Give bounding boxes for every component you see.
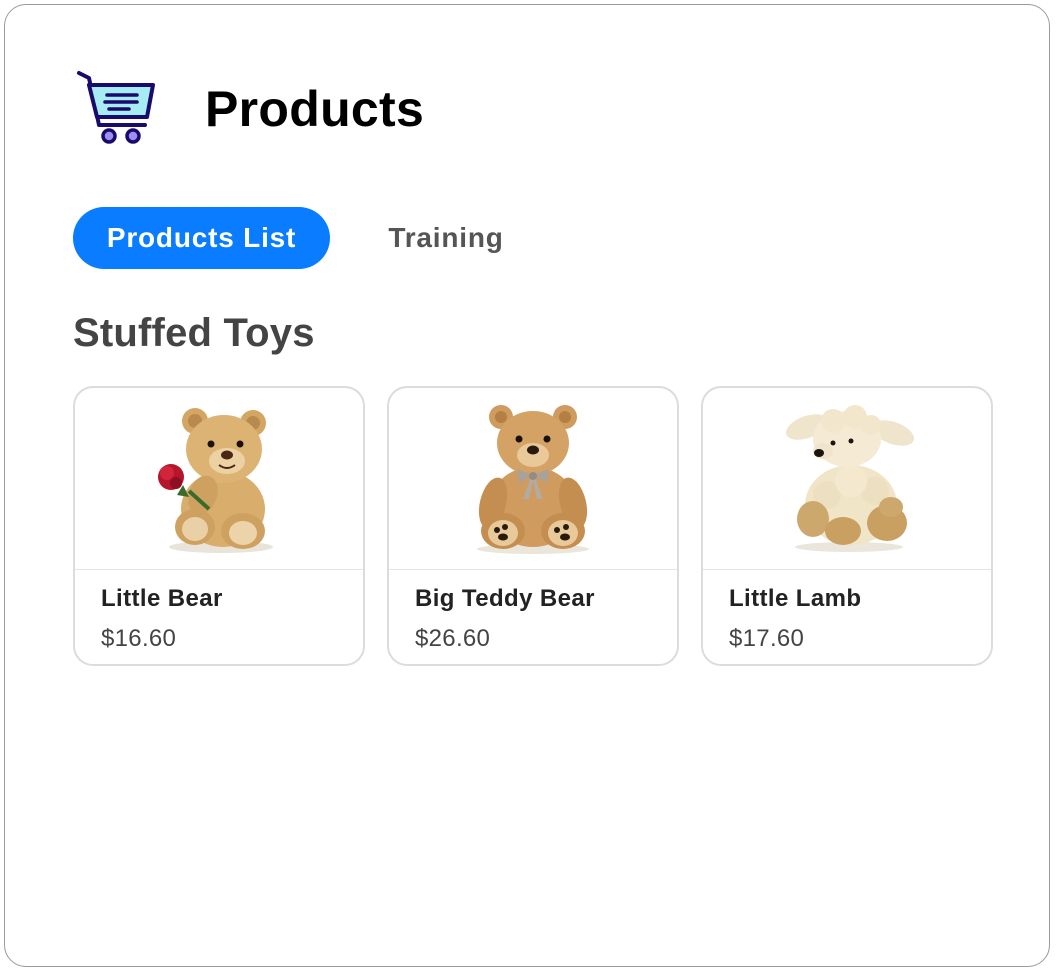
teddy-bear-with-ribbon-image xyxy=(477,404,589,554)
product-card-big-teddy-bear[interactable]: Big Teddy Bear $26.60 xyxy=(387,386,679,666)
product-price: $16.60 xyxy=(101,625,177,652)
tab-training[interactable]: Training xyxy=(346,207,546,269)
product-grid: Little Bear $16.60 Big Teddy Bear $26.60… xyxy=(73,386,993,666)
product-name: Little Bear xyxy=(101,585,223,612)
page-header: Products xyxy=(75,69,424,149)
product-card-little-lamb[interactable]: Little Lamb $17.60 xyxy=(701,386,993,666)
product-name: Big Teddy Bear xyxy=(415,585,595,612)
product-image xyxy=(703,388,991,570)
teddy-bear-with-rose-image xyxy=(158,407,273,553)
shopping-cart-icon xyxy=(77,71,155,144)
tab-bar: Products List Training xyxy=(73,207,546,269)
product-price: $17.60 xyxy=(729,625,805,652)
tab-products-list[interactable]: Products List xyxy=(73,207,330,269)
product-card-little-bear[interactable]: Little Bear $16.60 xyxy=(73,386,365,666)
product-price: $26.60 xyxy=(415,625,491,652)
section-title: Stuffed Toys xyxy=(73,311,315,355)
app-window: Products Products List Training Stuffed … xyxy=(4,4,1050,967)
plush-lamb-image xyxy=(785,404,915,552)
product-image xyxy=(389,388,677,570)
product-image xyxy=(75,388,363,570)
page-title: Products xyxy=(205,81,425,137)
product-name: Little Lamb xyxy=(729,585,862,612)
